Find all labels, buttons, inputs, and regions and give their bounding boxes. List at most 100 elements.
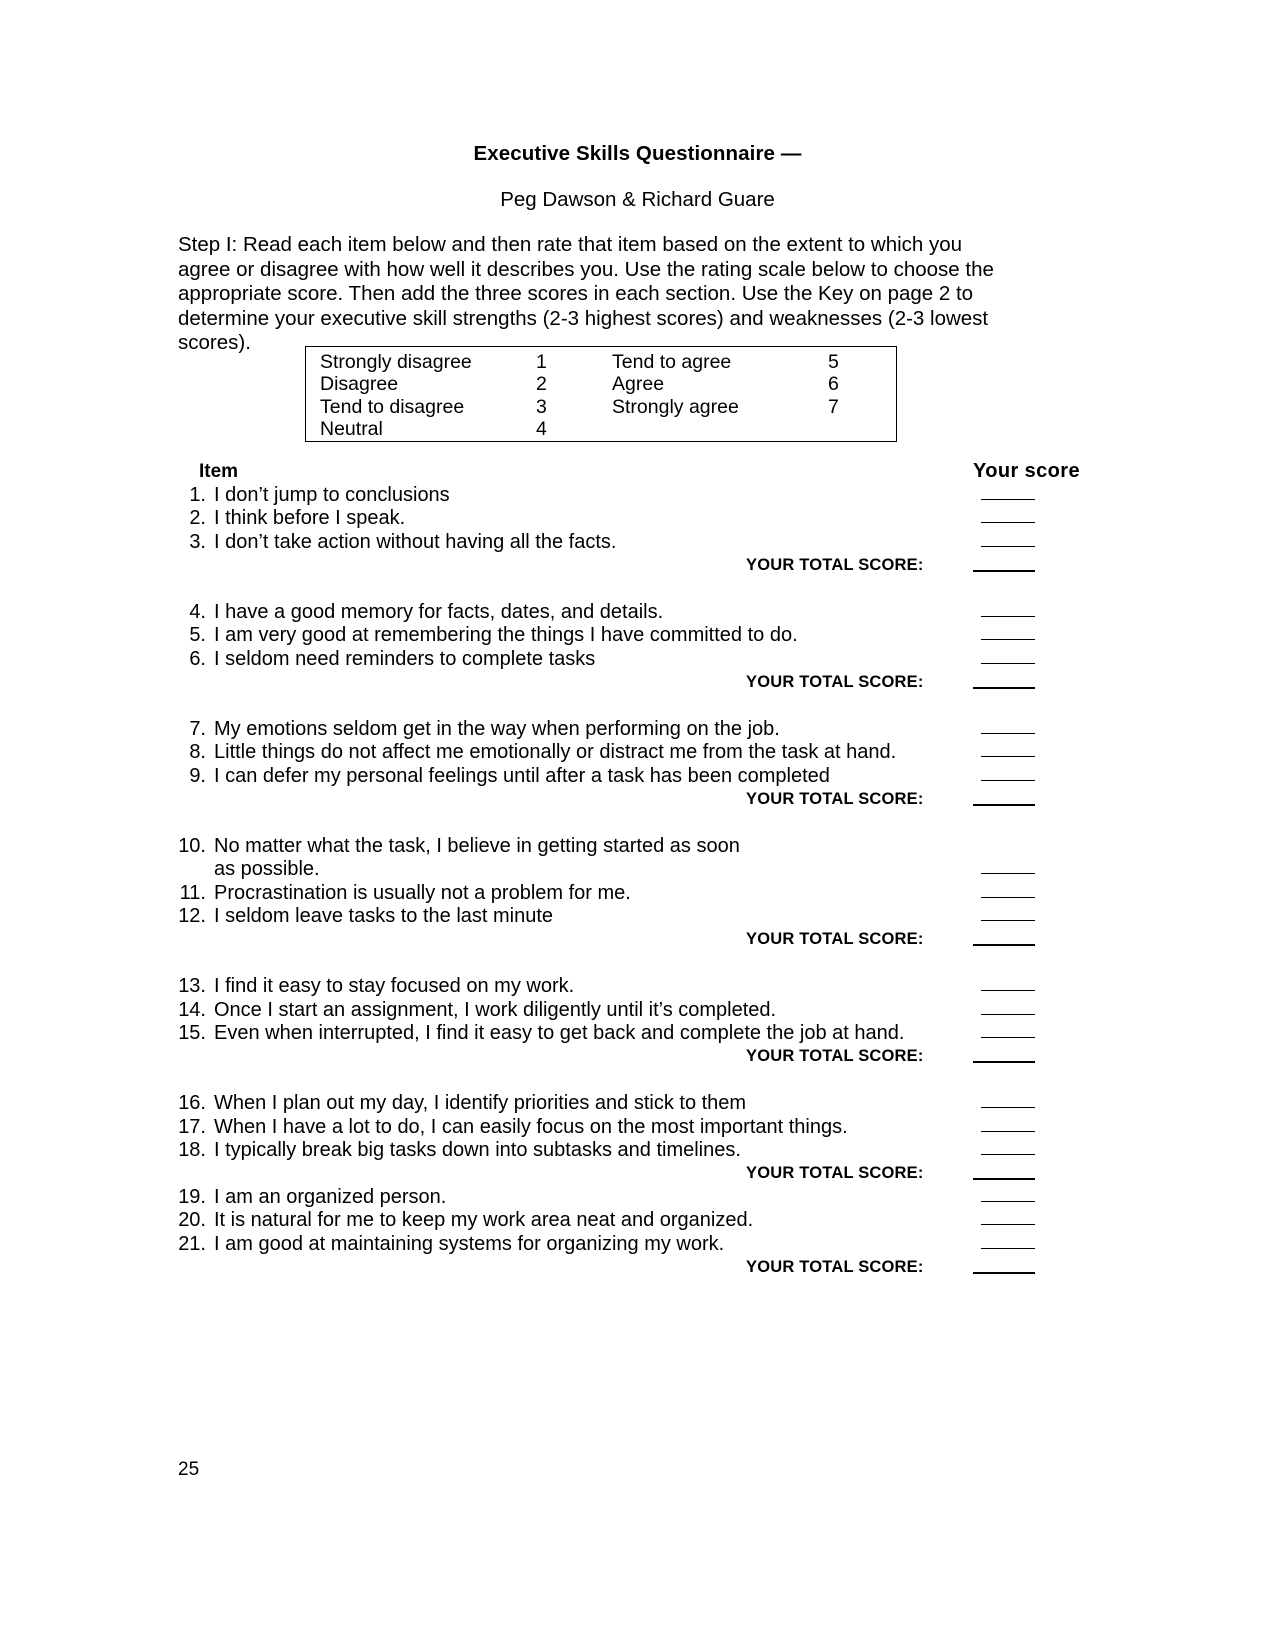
question-number: 14. xyxy=(178,998,206,1021)
rating-scale-row: Tend to disagree 3 Strongly agree 7 xyxy=(320,396,896,418)
question-number: 3. xyxy=(189,530,206,553)
rating-scale-value-right: 5 xyxy=(828,351,839,373)
question-number: 4. xyxy=(189,600,206,623)
total-score-blank[interactable] xyxy=(973,570,1035,573)
total-score-blank[interactable] xyxy=(973,1271,1035,1274)
question-number: 21. xyxy=(178,1232,206,1255)
rating-scale-grid: Strongly disagree 1 Tend to agree 5 Disagree… xyxy=(306,347,896,441)
rating-scale-value-right: 7 xyxy=(828,395,839,418)
score-blank[interactable] xyxy=(981,732,1035,734)
rating-scale-value-left: 3 xyxy=(536,395,547,418)
question-row: 21. I am good at maintaining systems for … xyxy=(170,1233,1075,1256)
question-text: I find it easy to stay focused on my wor… xyxy=(214,975,575,998)
score-blank[interactable] xyxy=(981,779,1035,781)
score-blank[interactable] xyxy=(981,545,1035,547)
page-title: Executive Skills Questionnaire — xyxy=(473,142,802,165)
total-score-blank[interactable] xyxy=(973,944,1035,947)
column-header-your-score: Your score xyxy=(973,460,1080,482)
rating-scale-row: Disagree 2 Agree 6 xyxy=(320,373,896,395)
question-text: Little things do not affect me emotional… xyxy=(214,741,897,764)
question-text: I am an organized person. xyxy=(214,1185,447,1208)
score-blank[interactable] xyxy=(981,522,1035,524)
score-blank[interactable] xyxy=(981,499,1035,500)
question-section: 19. I am an organized person. 20. It is nat… xyxy=(170,1186,1075,1280)
question-number: 1. xyxy=(189,484,206,506)
question-row: 7. My emotions seldom get in the way when… xyxy=(170,718,1075,741)
question-number: 8. xyxy=(189,741,206,764)
score-blank[interactable] xyxy=(981,1036,1035,1038)
question-text: When I have a lot to do, I can easily fo… xyxy=(214,1115,848,1138)
rating-scale-box: Strongly disagree 1 Tend to agree 5 Disagree… xyxy=(305,346,897,442)
question-text: My emotions seldom get in the way when p… xyxy=(214,717,780,740)
question-list: 1. I don’t jump to conclusions 2. I think b… xyxy=(170,484,1075,1279)
rating-scale-label-right: Agree xyxy=(612,373,665,396)
question-text: Once I start an assignment, I work dilig… xyxy=(214,998,777,1021)
score-blank[interactable] xyxy=(981,1153,1035,1155)
question-number: 7. xyxy=(189,717,206,740)
score-blank[interactable] xyxy=(981,1107,1035,1109)
score-blank[interactable] xyxy=(981,990,1035,992)
question-row: 10. No matter what the task, I believe in… xyxy=(170,835,1075,858)
rating-scale-value-right: 6 xyxy=(828,373,839,396)
score-blank[interactable] xyxy=(981,756,1035,758)
question-row: 9. I can defer my personal feelings until… xyxy=(170,765,1075,788)
question-row: 2. I think before I speak. xyxy=(170,507,1075,530)
score-blank[interactable] xyxy=(981,662,1035,664)
question-number: 11. xyxy=(179,881,206,904)
score-blank[interactable] xyxy=(981,1130,1035,1132)
document-authors: Peg Dawson & Richard Guare xyxy=(500,188,775,211)
question-row: 1. I don’t jump to conclusions xyxy=(170,484,1075,507)
column-header-item: Item xyxy=(199,461,239,482)
score-blank[interactable] xyxy=(981,1013,1035,1015)
total-score-blank[interactable] xyxy=(973,804,1035,807)
rating-scale-label-left: Neutral xyxy=(320,418,383,441)
rating-scale-label-left: Tend to disagree xyxy=(320,395,465,418)
total-score-label: YOUR TOTAL SCORE: xyxy=(746,673,924,692)
question-row: 5. I am very good at remembering the thin… xyxy=(170,624,1075,647)
question-number: 13. xyxy=(178,975,206,998)
question-number: 10. xyxy=(178,834,206,857)
score-blank[interactable] xyxy=(981,896,1035,898)
score-blank[interactable] xyxy=(981,1200,1035,1202)
score-blank[interactable] xyxy=(981,920,1035,922)
score-blank[interactable] xyxy=(981,615,1035,617)
score-blank[interactable] xyxy=(981,639,1035,641)
total-score-blank[interactable] xyxy=(973,687,1035,690)
total-score-row: YOUR TOTAL SCORE: xyxy=(170,1045,1075,1068)
question-number: 6. xyxy=(189,647,206,670)
rating-scale-value-left: 4 xyxy=(536,418,547,441)
question-number: 2. xyxy=(189,507,206,530)
question-number: 5. xyxy=(189,624,206,647)
question-row: 13. I find it easy to stay focused on my … xyxy=(170,975,1075,998)
question-text: I can defer my personal feelings until a… xyxy=(214,764,830,787)
question-number: 18. xyxy=(178,1138,206,1161)
question-number: 9. xyxy=(189,764,206,787)
question-section: 16. When I plan out my day, I identify pr… xyxy=(170,1092,1075,1186)
question-number: 19. xyxy=(178,1185,206,1208)
rating-scale-label-left: Strongly disagree xyxy=(320,351,472,373)
page-number: 25 xyxy=(178,1459,200,1480)
total-score-blank[interactable] xyxy=(973,1061,1035,1064)
total-score-blank[interactable] xyxy=(973,1178,1035,1181)
total-score-row: YOUR TOTAL SCORE: xyxy=(170,788,1075,811)
question-number: 16. xyxy=(178,1092,206,1115)
total-score-row: YOUR TOTAL SCORE: xyxy=(170,1256,1075,1279)
question-row: 6. I seldom need reminders to complete ta… xyxy=(170,648,1075,671)
question-row: 3. I don’t take action without having all… xyxy=(170,531,1075,554)
total-score-label: YOUR TOTAL SCORE: xyxy=(746,556,924,575)
rating-scale-value-left: 2 xyxy=(536,373,547,396)
score-blank[interactable] xyxy=(981,1224,1035,1226)
score-blank[interactable] xyxy=(981,1247,1035,1249)
question-section: 10. No matter what the task, I believe in… xyxy=(170,835,1075,975)
question-text: Procrastination is usually not a problem… xyxy=(214,881,631,904)
rating-scale-label-left: Disagree xyxy=(320,373,399,396)
question-number: 20. xyxy=(178,1209,206,1232)
question-section: 7. My emotions seldom get in the way when… xyxy=(170,718,1075,835)
score-blank[interactable] xyxy=(981,873,1035,875)
total-score-row: YOUR TOTAL SCORE: xyxy=(170,928,1075,951)
total-score-label: YOUR TOTAL SCORE: xyxy=(746,1257,924,1276)
